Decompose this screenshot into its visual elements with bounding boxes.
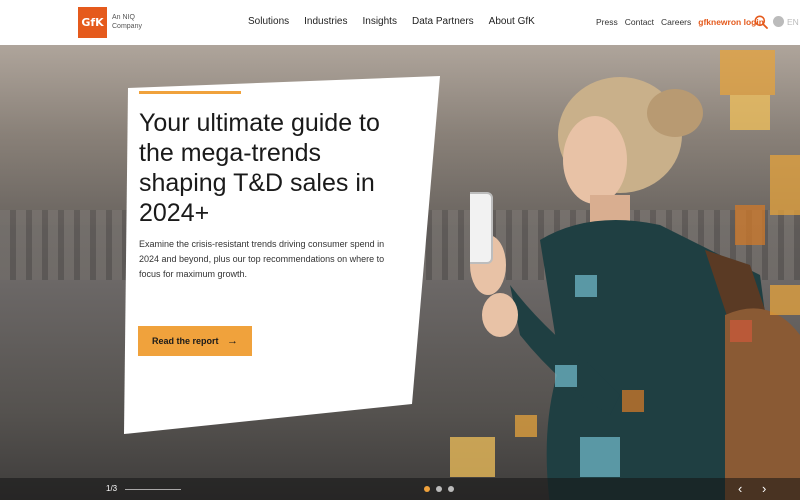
hero-title: Your ultimate guide to the mega-trends s… xyxy=(139,109,380,227)
search-icon[interactable] xyxy=(754,15,768,29)
main-nav: Solutions Industries Insights Data Partn… xyxy=(248,16,550,27)
logo-subtitle: An NIQ Company xyxy=(112,14,142,30)
nav-item-solutions[interactable]: Solutions xyxy=(248,16,289,27)
decor-pixel xyxy=(575,275,597,297)
nav-item-data-partners[interactable]: Data Partners xyxy=(412,16,474,27)
decor-pixel xyxy=(770,285,800,315)
decor-pixel xyxy=(450,437,495,477)
nav-item-insights[interactable]: Insights xyxy=(363,16,397,27)
hero-description: Examine the crisis-resistant trends driv… xyxy=(139,239,385,279)
press-link[interactable]: Press xyxy=(596,17,618,27)
decor-pixel xyxy=(720,50,775,95)
contact-link[interactable]: Contact xyxy=(625,17,654,27)
gfk-logo[interactable]: GfK xyxy=(78,7,107,38)
language-selector[interactable]: EN xyxy=(787,17,799,27)
slide-dot-1[interactable] xyxy=(424,486,430,492)
slide-dot-2[interactable] xyxy=(436,486,442,492)
decor-pixel xyxy=(555,365,577,387)
chevron-left-icon[interactable]: ‹ xyxy=(738,481,742,496)
globe-icon[interactable] xyxy=(773,16,784,27)
decor-pixel xyxy=(622,390,644,412)
decor-pixel xyxy=(730,95,770,130)
nav-item-industries[interactable]: Industries xyxy=(304,16,347,27)
slider-controls: 1/3 ‹ › xyxy=(0,478,800,500)
careers-link[interactable]: Careers xyxy=(661,17,691,27)
decor-pixel xyxy=(515,415,537,437)
read-report-label: Read the report xyxy=(152,336,219,346)
slide-progress-bar xyxy=(125,489,181,490)
slide-page-indicator: 1/3 xyxy=(106,484,118,493)
arrow-right-icon: → xyxy=(227,335,238,347)
slide-dot-3[interactable] xyxy=(448,486,454,492)
utility-nav: Press Contact Careers gfknewron login xyxy=(596,17,771,27)
decor-pixel xyxy=(770,155,800,215)
decor-pixel xyxy=(730,320,752,342)
read-report-button[interactable]: Read the report → xyxy=(138,326,252,356)
decor-pixel xyxy=(735,205,765,245)
nav-item-about[interactable]: About GfK xyxy=(489,16,535,27)
site-header: GfK An NIQ Company Solutions Industries … xyxy=(0,0,800,45)
card-accent-line xyxy=(139,91,241,94)
decor-pixel xyxy=(580,437,620,477)
chevron-right-icon[interactable]: › xyxy=(762,481,766,496)
